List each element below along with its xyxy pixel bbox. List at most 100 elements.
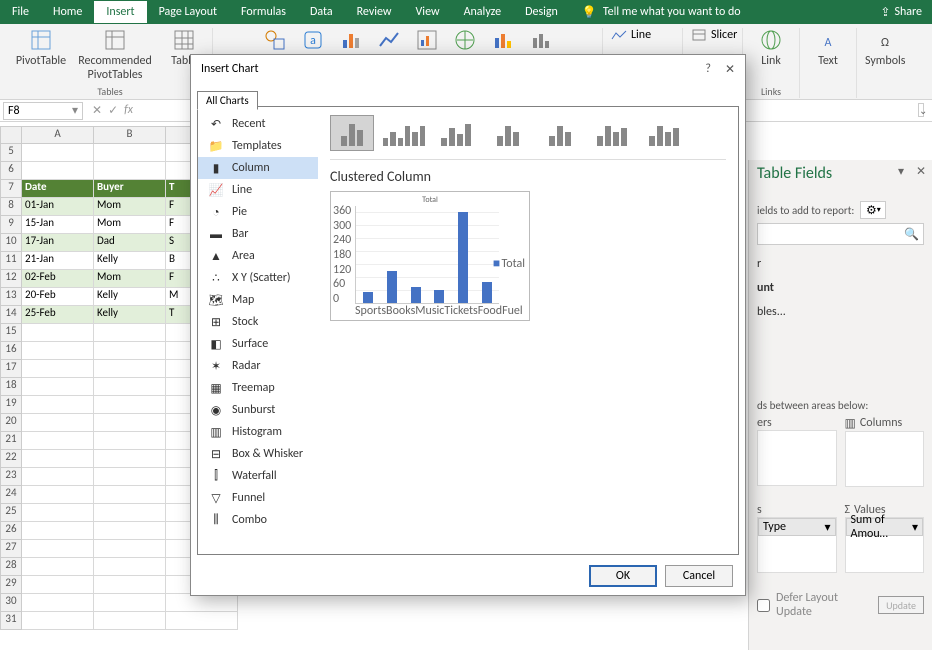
line-chart-icon[interactable] bbox=[377, 28, 401, 52]
chart-type-x-y-scatter-[interactable]: ∴X Y (Scatter) bbox=[198, 267, 318, 289]
chart-type-surface[interactable]: ◧Surface bbox=[198, 333, 318, 355]
row-header[interactable]: 10 bbox=[0, 234, 22, 252]
chart-type-waterfall[interactable]: ⫿Waterfall bbox=[198, 465, 318, 487]
row-header[interactable]: 6 bbox=[0, 162, 22, 180]
row-header[interactable]: 20 bbox=[0, 414, 22, 432]
chart-type-sunburst[interactable]: ◉Sunburst bbox=[198, 399, 318, 421]
reccharts-icon[interactable] bbox=[415, 28, 439, 52]
cell[interactable] bbox=[94, 360, 166, 378]
chart-type-radar[interactable]: ✶Radar bbox=[198, 355, 318, 377]
cell[interactable] bbox=[22, 522, 94, 540]
cell[interactable]: 25-Feb bbox=[22, 306, 94, 324]
more-tables-link[interactable]: bles... bbox=[757, 305, 924, 319]
chevron-down-icon[interactable]: ▾ bbox=[898, 164, 904, 179]
row-header[interactable]: 25 bbox=[0, 504, 22, 522]
tab-design[interactable]: Design bbox=[513, 1, 570, 23]
chart-preview[interactable]: Total 360300240180120600 ■ Total SportsB… bbox=[330, 191, 530, 321]
row-header[interactable]: 17 bbox=[0, 360, 22, 378]
tab-review[interactable]: Review bbox=[345, 1, 404, 23]
cell[interactable] bbox=[22, 558, 94, 576]
cell[interactable]: Kelly bbox=[94, 306, 166, 324]
field-item[interactable]: unt bbox=[757, 281, 924, 295]
defer-layout-checkbox[interactable] bbox=[757, 599, 770, 612]
cell[interactable] bbox=[94, 612, 166, 630]
cell[interactable] bbox=[22, 144, 94, 162]
slicer-button[interactable]: Slicer bbox=[691, 28, 737, 42]
chart-type-box-whisker[interactable]: ⊟Box & Whisker bbox=[198, 443, 318, 465]
cell[interactable]: 02-Feb bbox=[22, 270, 94, 288]
cell[interactable] bbox=[94, 540, 166, 558]
value-field-chip[interactable]: Sum of Amou…▾ bbox=[846, 518, 924, 536]
cell[interactable] bbox=[22, 540, 94, 558]
cell[interactable] bbox=[94, 594, 166, 612]
cell[interactable]: Buyer bbox=[94, 180, 166, 198]
cell[interactable] bbox=[94, 396, 166, 414]
cell[interactable]: Mom bbox=[94, 216, 166, 234]
cancel-formula-icon[interactable]: ✕ bbox=[92, 103, 102, 118]
row-field-chip[interactable]: Type▾ bbox=[758, 518, 836, 536]
tab-file[interactable]: File bbox=[0, 1, 41, 23]
row-header[interactable]: 19 bbox=[0, 396, 22, 414]
cell[interactable] bbox=[94, 342, 166, 360]
chart-type-templates[interactable]: 📁Templates bbox=[198, 135, 318, 157]
share-button[interactable]: ⇪ Share bbox=[870, 1, 932, 24]
ribbon-collapse-dropdown[interactable]: ⌄ bbox=[918, 103, 924, 117]
chart-type-column[interactable]: ▮Column bbox=[198, 157, 318, 179]
chart-variant-2[interactable] bbox=[434, 115, 478, 151]
cell[interactable] bbox=[22, 486, 94, 504]
cell[interactable] bbox=[22, 324, 94, 342]
chart-type-histogram[interactable]: ▥Histogram bbox=[198, 421, 318, 443]
chart-variant-4[interactable] bbox=[538, 115, 582, 151]
cell[interactable]: Date bbox=[22, 180, 94, 198]
cancel-button[interactable]: Cancel bbox=[665, 565, 733, 587]
cell[interactable] bbox=[94, 414, 166, 432]
cell[interactable] bbox=[94, 324, 166, 342]
chart-type-pie[interactable]: ◔Pie bbox=[198, 201, 318, 223]
cell[interactable] bbox=[22, 594, 94, 612]
tab-all-charts[interactable]: All Charts bbox=[197, 91, 258, 110]
row-header[interactable]: 11 bbox=[0, 252, 22, 270]
cell[interactable] bbox=[94, 144, 166, 162]
chart-variant-0[interactable] bbox=[330, 115, 374, 151]
row-header[interactable]: 9 bbox=[0, 216, 22, 234]
row-header[interactable]: 12 bbox=[0, 270, 22, 288]
cell[interactable] bbox=[22, 504, 94, 522]
cell[interactable]: 01-Jan bbox=[22, 198, 94, 216]
chart-type-funnel[interactable]: ▽Funnel bbox=[198, 487, 318, 509]
chart-variant-1[interactable] bbox=[382, 115, 426, 151]
row-header[interactable]: 15 bbox=[0, 324, 22, 342]
cell[interactable] bbox=[22, 432, 94, 450]
row-header[interactable]: 30 bbox=[0, 594, 22, 612]
cell[interactable] bbox=[22, 450, 94, 468]
chart-type-line[interactable]: 📈Line bbox=[198, 179, 318, 201]
chart-type-stock[interactable]: ⊞Stock bbox=[198, 311, 318, 333]
cell[interactable]: Kelly bbox=[94, 252, 166, 270]
cell[interactable] bbox=[94, 522, 166, 540]
help-icon[interactable]: ? bbox=[705, 62, 711, 77]
row-header[interactable]: 24 bbox=[0, 486, 22, 504]
cell[interactable]: Mom bbox=[94, 198, 166, 216]
row-header[interactable]: 28 bbox=[0, 558, 22, 576]
tab-home[interactable]: Home bbox=[41, 1, 94, 23]
shapes-icon[interactable] bbox=[263, 28, 287, 52]
row-header[interactable]: 21 bbox=[0, 432, 22, 450]
cell[interactable] bbox=[166, 594, 238, 612]
cell[interactable]: 15-Jan bbox=[22, 216, 94, 234]
chart-type-recent[interactable]: ↶Recent bbox=[198, 113, 318, 135]
tab-view[interactable]: View bbox=[404, 1, 452, 23]
chart-type-bar[interactable]: ▬Bar bbox=[198, 223, 318, 245]
chart-variant-3[interactable] bbox=[486, 115, 530, 151]
rows-dropzone[interactable]: Type▾ bbox=[757, 517, 837, 573]
cell[interactable]: Dad bbox=[94, 234, 166, 252]
cell[interactable]: Mom bbox=[94, 270, 166, 288]
column-header[interactable]: B bbox=[94, 126, 166, 144]
chart-type-map[interactable]: 🗺Map bbox=[198, 289, 318, 311]
sparkline-line[interactable]: Line bbox=[611, 28, 651, 42]
cell[interactable] bbox=[94, 576, 166, 594]
cell[interactable] bbox=[22, 342, 94, 360]
fx-icon[interactable]: fx bbox=[124, 103, 133, 118]
close-icon[interactable]: ✕ bbox=[725, 62, 735, 77]
cell[interactable]: 21-Jan bbox=[22, 252, 94, 270]
cell[interactable] bbox=[94, 432, 166, 450]
cell[interactable] bbox=[22, 162, 94, 180]
